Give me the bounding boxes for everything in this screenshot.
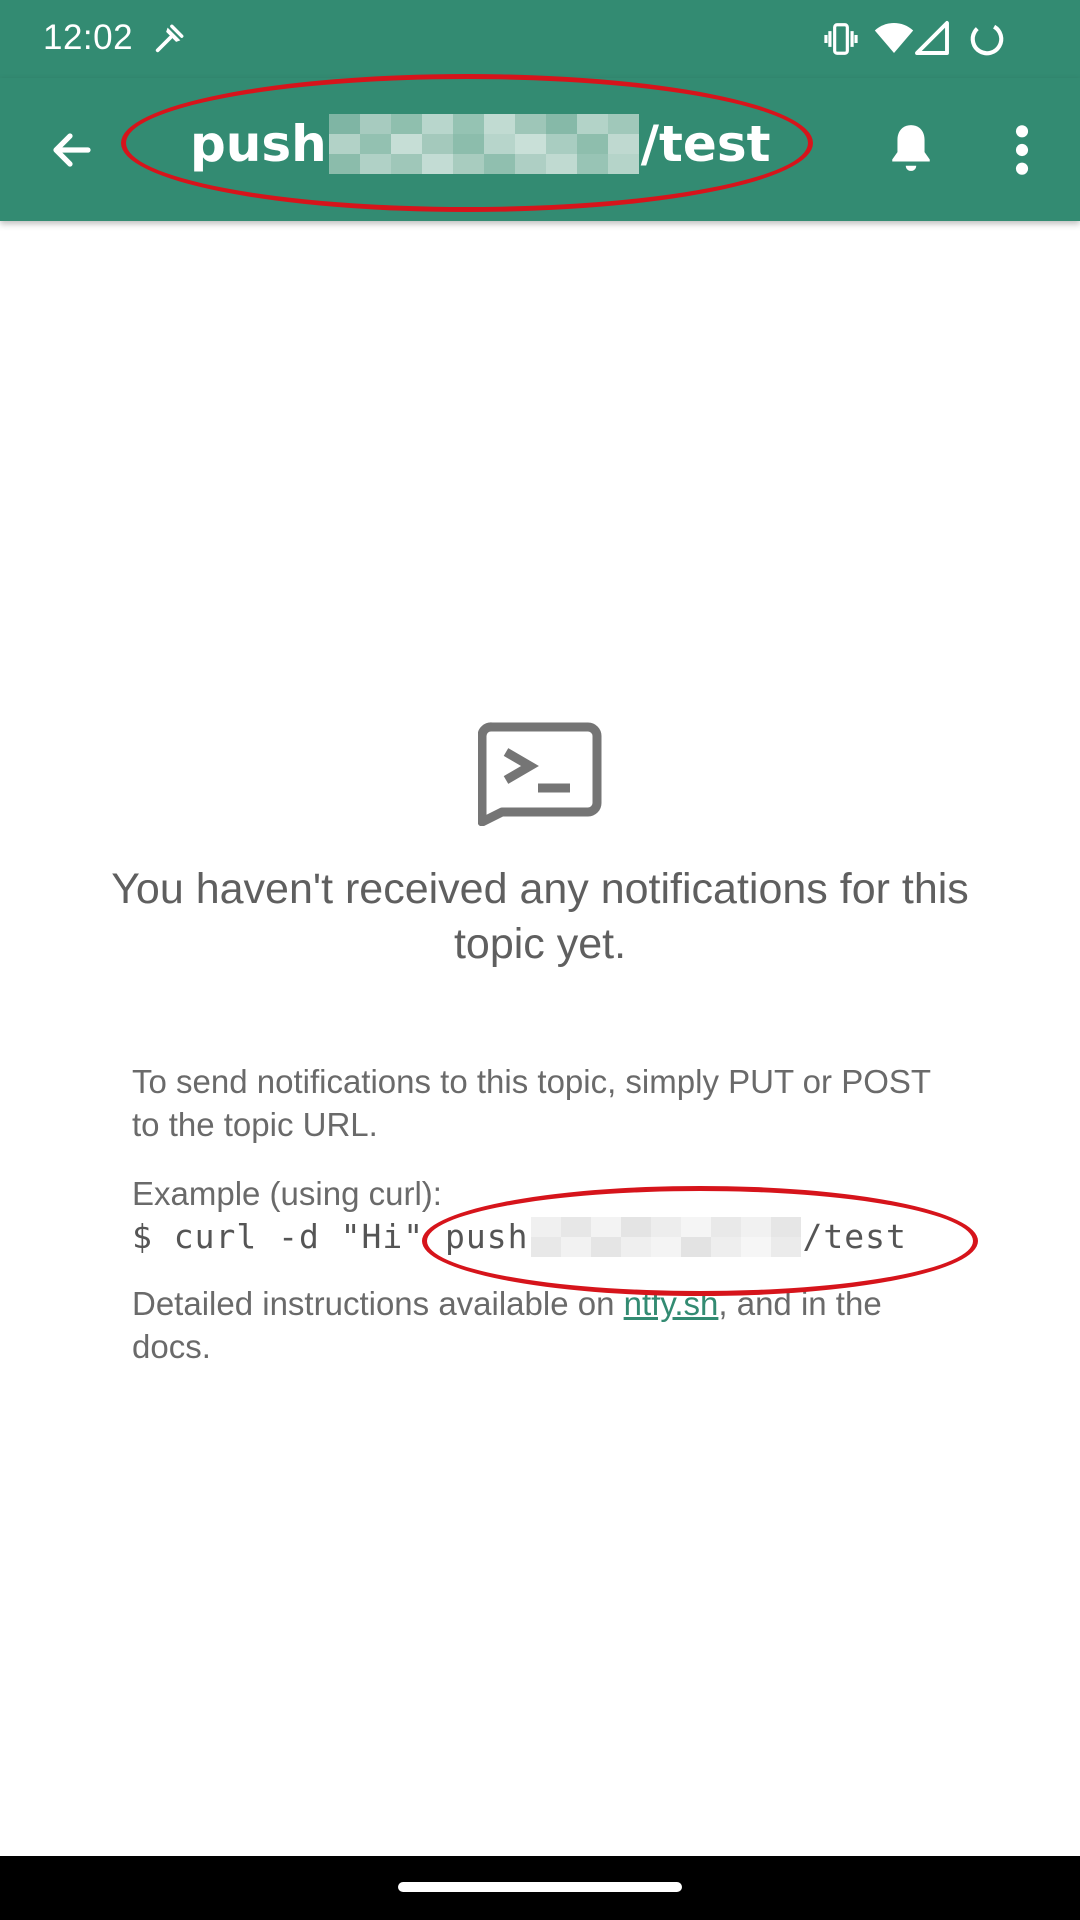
redacted-host-inline	[530, 1216, 801, 1257]
bell-icon[interactable]	[886, 120, 936, 176]
redacted-host	[328, 114, 639, 174]
battery-icon	[970, 22, 1004, 56]
example-command: $ curl -d "Hi" push /test	[132, 1215, 952, 1258]
example-label: Example (using curl):	[132, 1175, 442, 1212]
mute-icon	[155, 24, 184, 53]
navigation-bar	[0, 1856, 1080, 1920]
details-prefix: Detailed instructions available on	[132, 1285, 624, 1322]
topic-title-prefix: push	[190, 115, 327, 173]
wifi-icon	[874, 23, 914, 53]
example-block: Example (using curl): $ curl -d "Hi" pus…	[132, 1172, 952, 1258]
back-arrow-icon[interactable]	[48, 126, 96, 174]
status-time: 12:02	[43, 18, 134, 57]
topic-title: push /test	[190, 114, 771, 174]
topic-title-suffix: /test	[640, 115, 771, 173]
example-command-prefix: $ curl -d "Hi" push	[132, 1217, 529, 1256]
details-text: Detailed instructions available on ntfy.…	[132, 1282, 952, 1368]
home-gesture-handle[interactable]	[398, 1882, 682, 1892]
empty-state-title: You haven't received any notifications f…	[111, 865, 969, 968]
screen: 12:02 push /test You haven't received an…	[0, 0, 1080, 1920]
ntfy-link[interactable]: ntfy.sh	[624, 1285, 719, 1322]
instructions: To send notifications to this topic, sim…	[132, 1060, 952, 1394]
terminal-message-icon	[478, 722, 602, 826]
app-bar: push /test	[0, 78, 1080, 221]
more-vertical-icon[interactable]	[1008, 122, 1036, 178]
vibrate-icon	[824, 23, 858, 55]
cell-signal-icon	[915, 21, 949, 55]
status-bar: 12:02	[0, 0, 1080, 78]
example-command-suffix: /test	[802, 1217, 907, 1256]
instruction-text: To send notifications to this topic, sim…	[132, 1063, 931, 1143]
